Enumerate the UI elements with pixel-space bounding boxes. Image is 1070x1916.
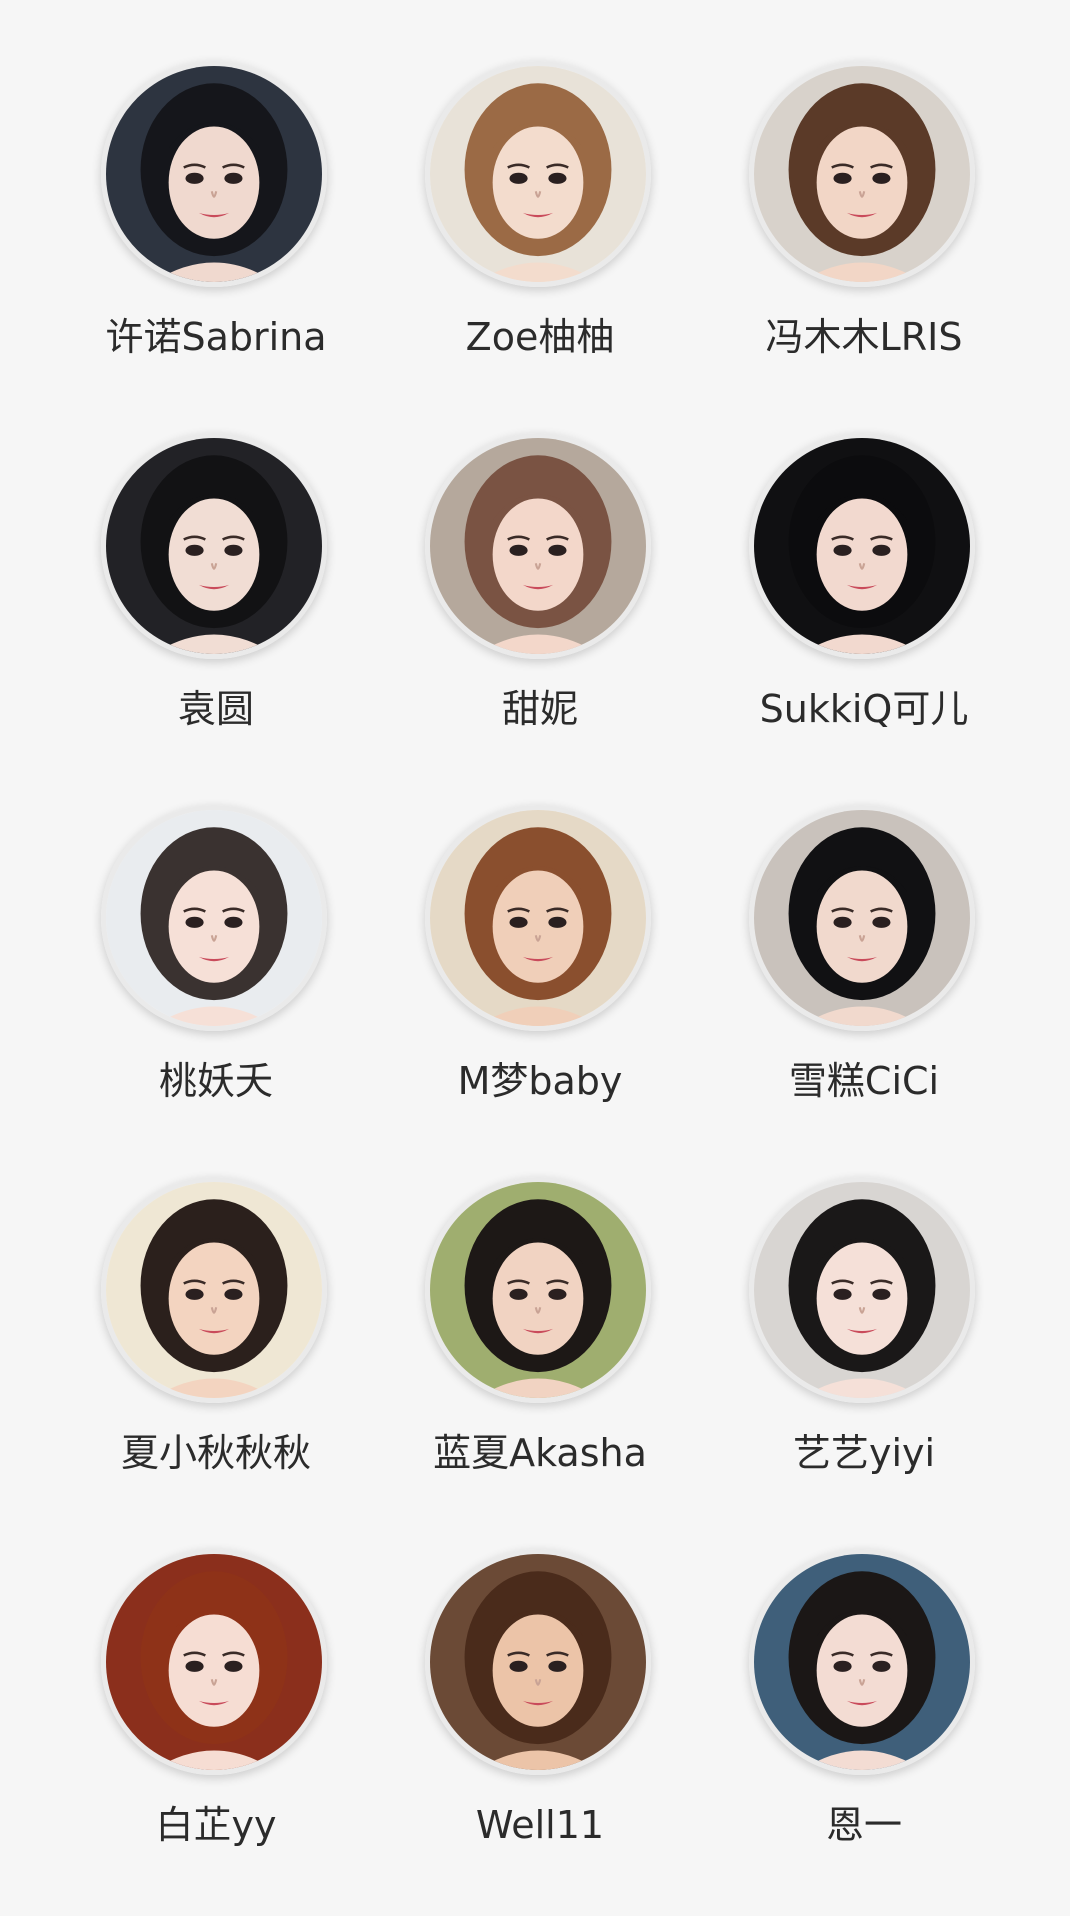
profile-name[interactable]: SukkiQ可儿 [702,690,1026,728]
profile-name[interactable]: 白芷yy [54,1806,378,1844]
avatar[interactable] [749,1549,975,1775]
profile-name[interactable]: 夏小秋秋秋 [54,1434,378,1472]
profile-card[interactable]: 甜妮 [378,428,702,800]
profile-name[interactable]: 蓝夏Akasha [378,1434,702,1472]
avatar[interactable] [101,433,327,659]
profile-name[interactable]: 桃妖夭 [54,1062,378,1100]
profile-card[interactable]: 艺艺yiyi [702,1172,1026,1544]
profile-card[interactable]: 恩一 [702,1544,1026,1916]
profile-card[interactable]: 雪糕CiCi [702,800,1026,1172]
avatar[interactable] [425,1177,651,1403]
profile-card[interactable]: 桃妖夭 [54,800,378,1172]
avatar[interactable] [101,61,327,287]
profile-name[interactable]: 袁圆 [54,690,378,728]
avatar[interactable] [749,433,975,659]
profile-name[interactable]: 甜妮 [378,690,702,728]
avatar[interactable] [101,805,327,1031]
profile-card[interactable]: 冯木木LRIS [702,56,1026,428]
profile-grid: 许诺Sabrina Zoe柚柚 冯木木LRIS 袁圆 甜妮 SukkiQ可儿 桃… [0,0,1070,1880]
profile-card[interactable]: 袁圆 [54,428,378,800]
profile-name[interactable]: M梦baby [378,1062,702,1100]
profile-name[interactable]: 恩一 [702,1806,1026,1844]
profile-card[interactable]: M梦baby [378,800,702,1172]
profile-card[interactable]: 夏小秋秋秋 [54,1172,378,1544]
profile-name[interactable]: Well11 [378,1806,702,1844]
profile-name[interactable]: 冯木木LRIS [702,318,1026,356]
profile-card[interactable]: Well11 [378,1544,702,1916]
profile-card[interactable]: 白芷yy [54,1544,378,1916]
profile-name[interactable]: Zoe柚柚 [378,318,702,356]
avatar[interactable] [749,1177,975,1403]
avatar[interactable] [425,433,651,659]
avatar[interactable] [101,1177,327,1403]
profile-card[interactable]: SukkiQ可儿 [702,428,1026,800]
avatar[interactable] [749,805,975,1031]
profile-name[interactable]: 艺艺yiyi [702,1434,1026,1472]
profile-name[interactable]: 许诺Sabrina [54,318,378,356]
avatar[interactable] [425,1549,651,1775]
profile-card[interactable]: Zoe柚柚 [378,56,702,428]
avatar[interactable] [425,805,651,1031]
avatar[interactable] [425,61,651,287]
profile-name[interactable]: 雪糕CiCi [702,1062,1026,1100]
avatar[interactable] [101,1549,327,1775]
profile-card[interactable]: 许诺Sabrina [54,56,378,428]
avatar[interactable] [749,61,975,287]
profile-card[interactable]: 蓝夏Akasha [378,1172,702,1544]
